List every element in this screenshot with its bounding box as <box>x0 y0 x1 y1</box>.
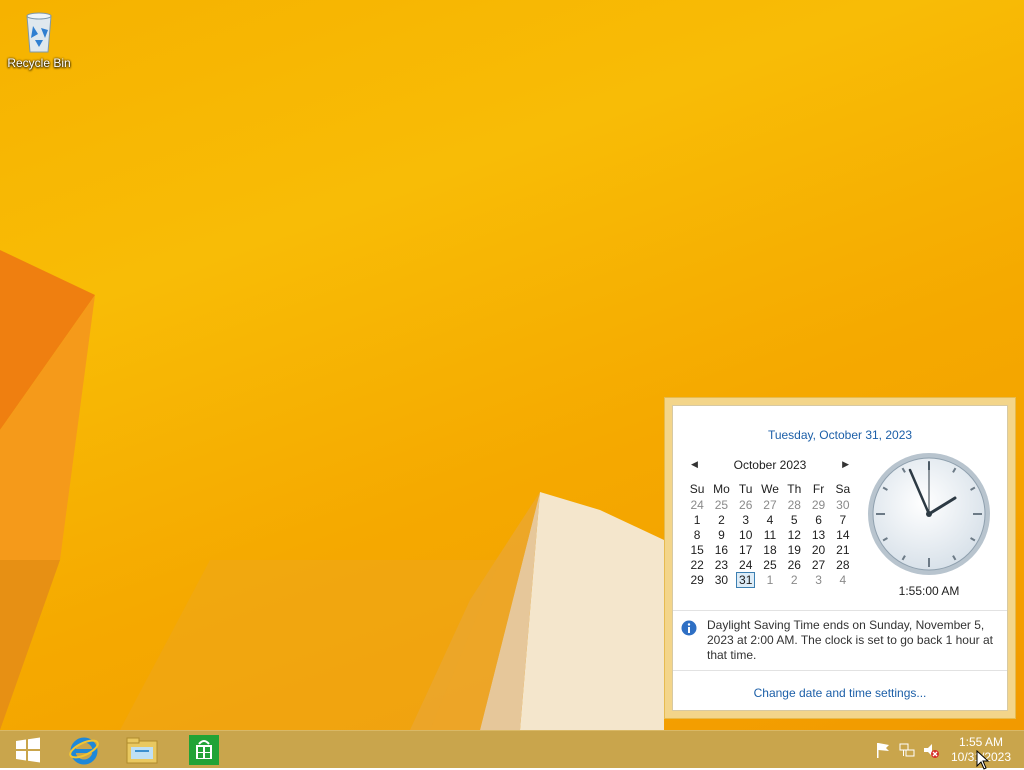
analog-clock <box>865 450 993 578</box>
recycle-bin-icon <box>19 6 59 54</box>
calendar-day[interactable]: 17 <box>734 542 758 557</box>
calendar-day[interactable]: 28 <box>831 557 855 572</box>
calendar-day[interactable]: 28 <box>782 497 806 512</box>
calendar-week-row: 15 16 17 18 19 20 21 <box>685 542 855 557</box>
calendar-day[interactable]: 13 <box>806 527 830 542</box>
calendar-day[interactable]: 29 <box>685 572 709 587</box>
calendar-day[interactable]: 4 <box>831 572 855 587</box>
calendar-day[interactable]: 2 <box>709 512 733 527</box>
calendar-day[interactable]: 27 <box>758 497 782 512</box>
calendar-day[interactable]: 20 <box>806 542 830 557</box>
taskbar-time: 1:55 AM <box>958 735 1004 749</box>
start-button[interactable] <box>0 731 56 769</box>
calendar-week-row: 1234567 <box>685 512 855 527</box>
calendar-day[interactable]: 1 <box>685 512 709 527</box>
info-icon <box>681 620 697 636</box>
calendar-day[interactable]: 2 <box>782 572 806 587</box>
calendar-day[interactable]: 18 <box>758 542 782 557</box>
calendar-grid: Su Mo Tu We Th Fr Sa 24 25 26 27 28 29 30 1 2 3 4 5 6 7 8 9 10… <box>685 480 855 588</box>
calendar-week-row: 24 25 26 27 28 29 30 <box>685 497 855 512</box>
calendar-day[interactable]: 3 <box>734 512 758 527</box>
file-explorer-icon <box>126 737 158 764</box>
action-center-flag-icon[interactable] <box>874 741 892 759</box>
calendar-day[interactable]: 26 <box>782 557 806 572</box>
calendar: ◀ October 2023 ▶ Su Mo Tu We Th Fr Sa 24 25 26 27… <box>685 458 855 588</box>
calendar-day[interactable]: 16 <box>709 542 733 557</box>
calendar-day[interactable]: 23 <box>709 557 733 572</box>
divider <box>673 670 1007 671</box>
recycle-bin-label: Recycle Bin <box>7 56 71 70</box>
store-button[interactable] <box>176 731 232 769</box>
network-icon[interactable] <box>898 741 916 759</box>
clock-time-text: 1:55:00 AM <box>898 584 960 598</box>
volume-muted-icon[interactable] <box>922 741 940 759</box>
calendar-day[interactable]: 3 <box>806 572 830 587</box>
calendar-week-row: 22 23 24 25 26 27 28 <box>685 557 855 572</box>
change-date-time-settings-link[interactable]: Change date and time settings... <box>673 686 1007 700</box>
calendar-day[interactable]: 19 <box>782 542 806 557</box>
dst-notice: Daylight Saving Time ends on Sunday, Nov… <box>707 618 993 662</box>
calendar-day[interactable]: 25 <box>758 557 782 572</box>
next-month-arrow-icon[interactable]: ▶ <box>842 459 849 470</box>
date-time-flyout: Tuesday, October 31, 2023 ◀ October 2023… <box>664 397 1016 719</box>
calendar-day[interactable]: 30 <box>709 572 733 587</box>
calendar-day[interactable]: 22 <box>685 557 709 572</box>
calendar-day[interactable]: 4 <box>758 512 782 527</box>
calendar-day[interactable]: 21 <box>831 542 855 557</box>
store-icon <box>189 735 219 765</box>
taskbar: 1:55 AM 10/31/2023 <box>0 730 1024 768</box>
calendar-week-row: 8 9 10 11 12 13 14 <box>685 527 855 542</box>
calendar-day[interactable]: 1 <box>758 572 782 587</box>
windows-logo-icon <box>16 737 40 763</box>
calendar-day[interactable]: 14 <box>831 527 855 542</box>
weekday-header: Sa <box>835 481 851 496</box>
calendar-header: ◀ October 2023 ▶ <box>685 458 855 474</box>
calendar-day[interactable]: 29 <box>806 497 830 512</box>
weekday-header: Tu <box>738 481 753 496</box>
calendar-day[interactable]: 26 <box>734 497 758 512</box>
calendar-day[interactable]: 27 <box>806 557 830 572</box>
calendar-day[interactable]: 9 <box>709 527 733 542</box>
calendar-day[interactable]: 7 <box>831 512 855 527</box>
recycle-bin-shortcut[interactable]: Recycle Bin <box>6 6 72 70</box>
flyout-panel: Tuesday, October 31, 2023 ◀ October 2023… <box>672 405 1008 711</box>
calendar-day[interactable]: 11 <box>758 527 782 542</box>
long-date-link[interactable]: Tuesday, October 31, 2023 <box>673 428 1007 442</box>
calendar-day[interactable]: 10 <box>734 527 758 542</box>
internet-explorer-icon <box>69 737 99 765</box>
calendar-day[interactable]: 24 <box>734 557 758 572</box>
month-title[interactable]: October 2023 <box>734 458 807 472</box>
weekday-header: Th <box>787 481 802 496</box>
weekday-header: Fr <box>812 481 825 496</box>
calendar-day[interactable]: 15 <box>685 542 709 557</box>
calendar-day[interactable]: 25 <box>709 497 733 512</box>
calendar-day[interactable]: 12 <box>782 527 806 542</box>
calendar-day[interactable]: 31 <box>734 571 758 588</box>
file-explorer-button[interactable] <box>114 731 170 769</box>
divider <box>673 610 1007 611</box>
previous-month-arrow-icon[interactable]: ◀ <box>691 459 698 470</box>
internet-explorer-button[interactable] <box>56 731 112 769</box>
weekday-header: We <box>761 481 779 496</box>
calendar-day[interactable]: 5 <box>782 512 806 527</box>
calendar-day[interactable]: 6 <box>806 512 830 527</box>
calendar-week-row: 29 30 31 1 2 3 4 <box>685 571 855 588</box>
mouse-cursor-icon <box>976 750 990 770</box>
calendar-day[interactable]: 24 <box>685 497 709 512</box>
weekday-header: Su <box>689 481 705 496</box>
calendar-day[interactable]: 30 <box>831 497 855 512</box>
weekday-header: Mo <box>713 481 730 496</box>
calendar-day[interactable]: 8 <box>685 527 709 542</box>
